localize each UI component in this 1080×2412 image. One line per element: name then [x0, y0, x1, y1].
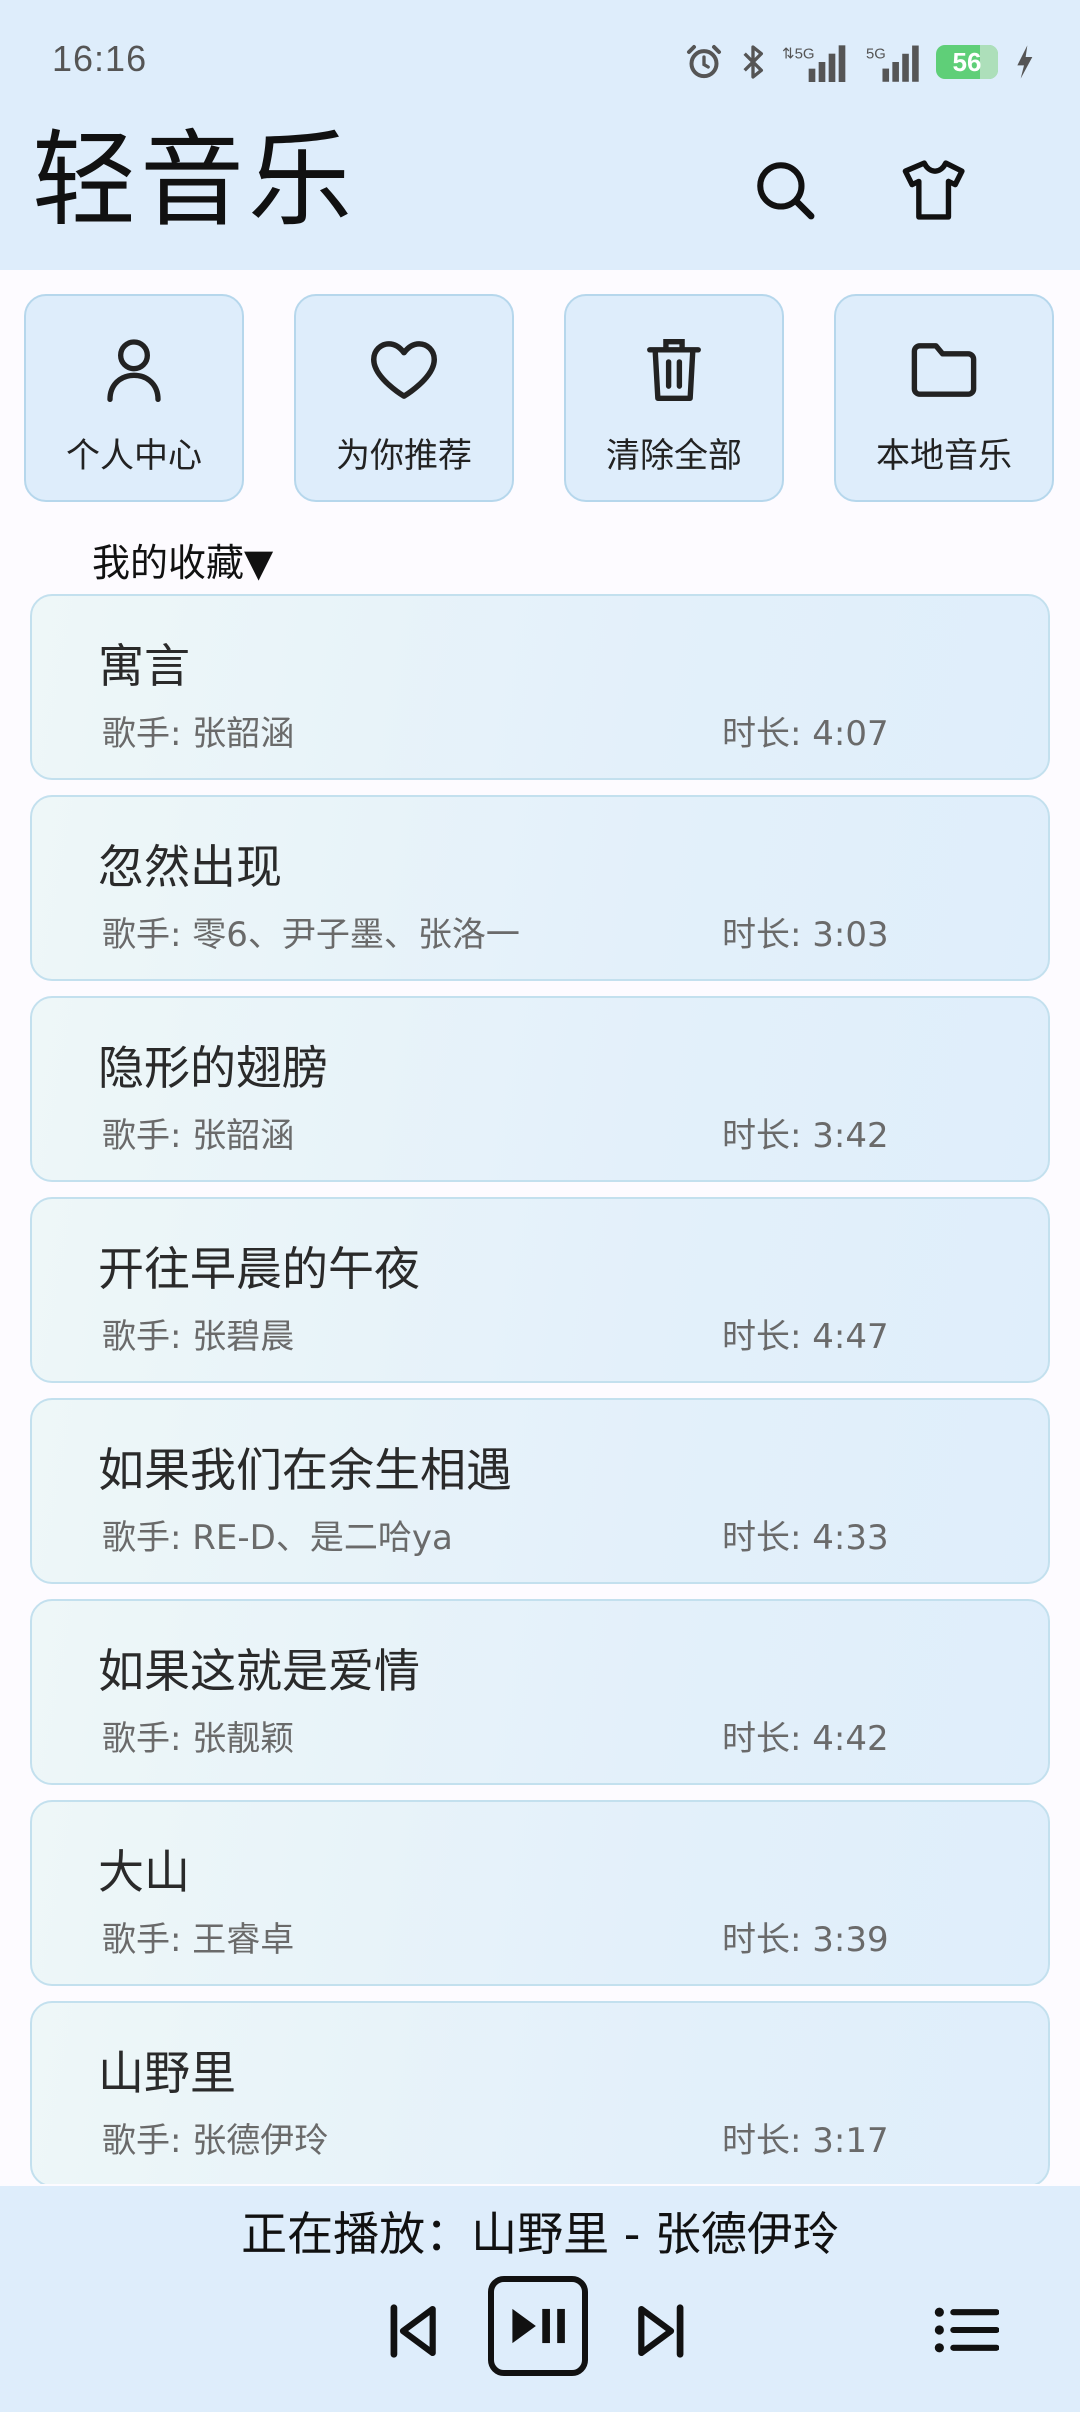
- app-header: 16:16 ⇅5G 5G 56 轻音乐: [0, 0, 1080, 270]
- personal-center-button[interactable]: 个人中心: [24, 294, 244, 502]
- song-title: 寓言: [98, 639, 190, 693]
- svg-text:⇅5G: ⇅5G: [782, 46, 815, 63]
- song-title: 如果我们在余生相遇: [98, 1443, 512, 1497]
- action-label: 清除全部: [606, 436, 742, 476]
- song-item[interactable]: 开往早晨的午夜 歌手: 张碧晨 时长: 4:47: [30, 1197, 1050, 1383]
- clear-all-button[interactable]: 清除全部: [564, 294, 784, 502]
- user-icon: [107, 339, 161, 402]
- song-artist: 歌手: 张韶涵: [102, 1116, 295, 1156]
- charging-icon: [1012, 42, 1036, 82]
- previous-icon: [390, 2304, 436, 2358]
- play-pause-button[interactable]: [488, 2276, 588, 2376]
- song-artist: 歌手: 张韶涵: [102, 714, 295, 754]
- song-title: 隐形的翅膀: [98, 1041, 328, 1095]
- status-time: 16:16: [52, 38, 148, 79]
- playlist-button[interactable]: [926, 2290, 1006, 2370]
- song-item[interactable]: 山野里 歌手: 张德伊玲 时长: 3:17: [30, 2001, 1050, 2184]
- song-duration: 时长: 4:33: [722, 1518, 889, 1558]
- app-title: 轻音乐: [32, 119, 357, 241]
- bluetooth-icon: [738, 42, 768, 82]
- song-duration: 时长: 3:17: [722, 2121, 889, 2161]
- song-item[interactable]: 如果这就是爱情 歌手: 张靓颖 时长: 4:42: [30, 1599, 1050, 1785]
- song-title: 大山: [98, 1845, 190, 1899]
- next-button[interactable]: [622, 2286, 702, 2376]
- svg-text:5G: 5G: [866, 47, 886, 63]
- action-label: 个人中心: [66, 436, 202, 476]
- recommend-button[interactable]: 为你推荐: [294, 294, 514, 502]
- next-icon: [638, 2304, 684, 2358]
- song-duration: 时长: 4:07: [722, 714, 889, 754]
- song-artist: 歌手: 零6、尹子墨、张洛一: [102, 915, 520, 955]
- song-title: 山野里: [98, 2046, 236, 2100]
- tshirt-icon: [902, 160, 965, 220]
- local-music-button[interactable]: 本地音乐: [834, 294, 1054, 502]
- song-artist: 歌手: 张德伊玲: [102, 2121, 329, 2161]
- song-item[interactable]: 寓言 歌手: 张韶涵 时长: 4:07: [30, 594, 1050, 780]
- action-label: 本地音乐: [876, 436, 1012, 476]
- song-artist: 歌手: RE-D、是二哈ya: [102, 1518, 453, 1558]
- alarm-icon: [684, 42, 724, 82]
- search-icon: [757, 162, 815, 220]
- trash-icon: [647, 339, 701, 401]
- song-duration: 时长: 3:03: [722, 915, 889, 955]
- signal-5g-icon: 5G: [866, 42, 922, 82]
- song-artist: 歌手: 张靓颖: [102, 1719, 295, 1759]
- song-artist: 歌手: 张碧晨: [102, 1317, 295, 1357]
- song-title: 开往早晨的午夜: [98, 1242, 420, 1296]
- song-title: 如果这就是爱情: [98, 1644, 420, 1698]
- song-duration: 时长: 3:42: [722, 1116, 889, 1156]
- play-pause-icon: [512, 2308, 565, 2344]
- song-item[interactable]: 隐形的翅膀 歌手: 张韶涵 时长: 3:42: [30, 996, 1050, 1182]
- heart-icon: [371, 341, 437, 399]
- action-label: 为你推荐: [336, 436, 472, 476]
- song-list[interactable]: 寓言 歌手: 张韶涵 时长: 4:07 忽然出现 歌手: 零6、尹子墨、张洛一 …: [30, 594, 1050, 2184]
- song-duration: 时长: 4:47: [722, 1317, 889, 1357]
- signal-5g-icon: ⇅5G: [782, 42, 852, 82]
- now-playing-text: 正在播放：山野里 - 张德伊玲: [241, 2207, 839, 2261]
- quick-actions: 个人中心 为你推荐 清除全部 本地音乐: [24, 294, 1056, 504]
- song-title: 忽然出现: [98, 840, 282, 894]
- song-item[interactable]: 如果我们在余生相遇 歌手: RE-D、是二哈ya 时长: 4:33: [30, 1398, 1050, 1584]
- battery-icon: 56: [936, 45, 998, 79]
- song-duration: 时长: 4:42: [722, 1719, 889, 1759]
- song-duration: 时长: 3:39: [722, 1920, 889, 1960]
- song-artist: 歌手: 王睿卓: [102, 1920, 295, 1960]
- song-item[interactable]: 大山 歌手: 王睿卓 时长: 3:39: [30, 1800, 1050, 1986]
- player-bar: 正在播放：山野里 - 张德伊玲: [0, 2186, 1080, 2412]
- battery-level: 56: [952, 46, 982, 77]
- folder-icon: [911, 343, 977, 397]
- theme-button[interactable]: [895, 150, 975, 230]
- search-button[interactable]: [745, 150, 825, 230]
- song-item[interactable]: 忽然出现 歌手: 零6、尹子墨、张洛一 时长: 3:03: [30, 795, 1050, 981]
- playlist-icon: [934, 2307, 999, 2353]
- status-icons: ⇅5G 5G 56: [684, 38, 1036, 86]
- favorites-dropdown[interactable]: 我的收藏▼: [92, 532, 273, 587]
- previous-button[interactable]: [372, 2286, 452, 2376]
